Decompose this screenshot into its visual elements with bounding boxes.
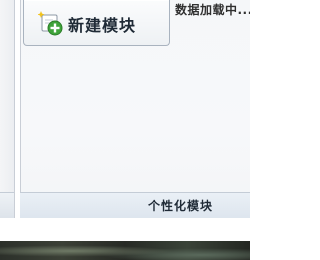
left-panel-footer: [0, 192, 14, 219]
loading-status-text: 数据加载中...: [175, 3, 250, 17]
new-module-label: 新建模块: [68, 16, 137, 35]
new-module-button[interactable]: 新建模块: [23, 0, 170, 46]
module-footer-bar: 个性化模块: [20, 192, 250, 219]
module-panel-page: 新建模块 数据加载中... 个性化模块: [0, 0, 250, 260]
custom-module-link[interactable]: 个性化模块: [148, 197, 213, 214]
background-image: [0, 241, 250, 260]
section-divider: [0, 218, 250, 241]
add-module-icon: [38, 11, 63, 36]
left-side-panel: [0, 0, 15, 219]
